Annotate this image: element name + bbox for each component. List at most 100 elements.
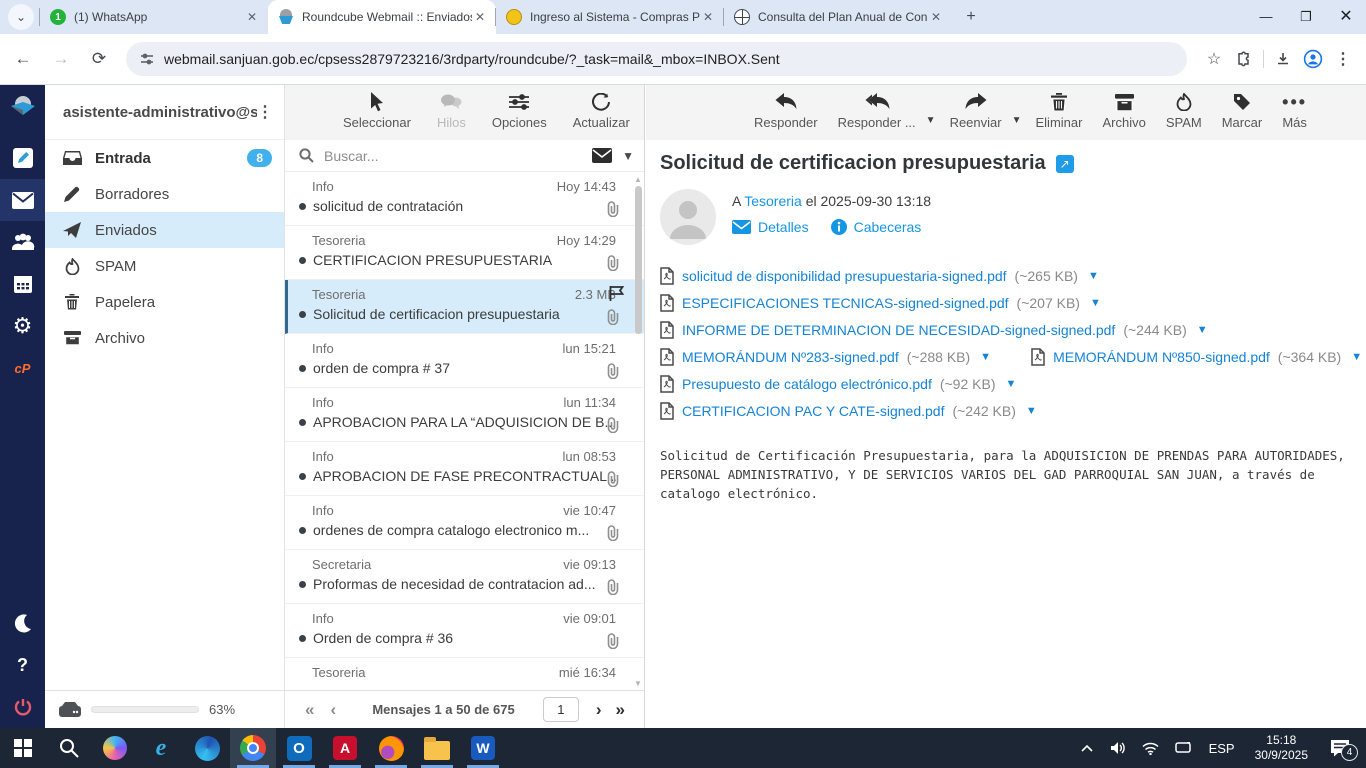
taskbar-ie-button[interactable]: e xyxy=(138,728,184,768)
site-settings-icon[interactable] xyxy=(140,52,154,66)
compose-button[interactable] xyxy=(0,137,45,179)
mail-nav-button[interactable] xyxy=(0,179,45,221)
tab-whatsapp[interactable]: 1 (1) WhatsApp ✕ xyxy=(39,0,268,34)
page-number-input[interactable] xyxy=(542,697,579,722)
reply-button[interactable]: Responder xyxy=(754,91,818,130)
message-row[interactable]: Secretaria vie 09:13 Proformas de necesid… xyxy=(285,550,644,604)
language-indicator[interactable]: ESP xyxy=(1201,741,1243,756)
tab-compras[interactable]: Ingreso al Sistema - Compras P ✕ xyxy=(495,0,724,34)
search-scope-envelope-icon[interactable] xyxy=(592,148,613,163)
taskbar-explorer-button[interactable] xyxy=(414,728,460,768)
message-row[interactable]: Info lun 15:21 orden de compra # 37 xyxy=(285,334,644,388)
sidebar-item-borradores[interactable]: Borradores xyxy=(45,176,284,212)
extensions-icon[interactable] xyxy=(1229,44,1259,74)
sidebar-item-spam[interactable]: SPAM xyxy=(45,248,284,284)
contacts-nav-button[interactable] xyxy=(0,221,45,263)
delete-button[interactable]: Eliminar xyxy=(1036,91,1082,130)
search-options-chevron-icon[interactable]: ▼ xyxy=(622,149,634,163)
headers-link[interactable]: Cabeceras xyxy=(830,219,921,235)
message-row[interactable]: Tesoreria Hoy 14:29 CERTIFICACION PRESUPU… xyxy=(285,226,644,280)
close-icon[interactable]: ✕ xyxy=(700,9,716,25)
wifi-icon[interactable] xyxy=(1137,742,1165,755)
open-in-new-window-icon[interactable]: ↗ xyxy=(1055,154,1074,173)
logout-power-icon[interactable] xyxy=(0,686,45,728)
message-row[interactable]: Info lun 11:34 APROBACION PARA LA “ADQUIS… xyxy=(285,388,644,442)
details-link[interactable]: Detalles xyxy=(732,219,809,235)
minimize-button[interactable]: — xyxy=(1246,0,1286,34)
forward-caret-icon[interactable]: ▼ xyxy=(1012,115,1022,126)
attachment-menu-caret-icon[interactable]: ▼ xyxy=(1005,378,1016,390)
select-button[interactable]: Seleccionar xyxy=(343,91,411,130)
profile-icon[interactable] xyxy=(1298,44,1328,74)
close-icon[interactable]: ✕ xyxy=(244,9,260,25)
taskbar-search-button[interactable] xyxy=(46,728,92,768)
tab-plan-anual[interactable]: Consulta del Plan Anual de Con ✕ xyxy=(723,0,952,34)
forward-button[interactable]: Reenviar xyxy=(950,91,1002,130)
more-button[interactable]: ••• Más xyxy=(1282,91,1307,131)
last-page-button[interactable]: » xyxy=(609,700,632,720)
options-button[interactable]: Opciones xyxy=(492,91,547,130)
attachment-chip[interactable]: solicitud de disponibilidad presupuestar… xyxy=(660,267,1099,285)
taskbar-acrobat-button[interactable]: A xyxy=(322,728,368,768)
message-row[interactable]: Info vie 10:47 ordenes de compra catalogo… xyxy=(285,496,644,550)
attachment-menu-caret-icon[interactable]: ▼ xyxy=(1090,297,1101,309)
message-row-selected[interactable]: Tesoreria 2.3 MB Solicitud de certificaci… xyxy=(285,280,644,334)
recipient-link[interactable]: Tesoreria xyxy=(744,193,802,209)
attachment-chip[interactable]: Presupuesto de catálogo electrónico.pdf … xyxy=(660,375,1016,393)
attachment-menu-caret-icon[interactable]: ▼ xyxy=(1088,270,1099,282)
spam-button[interactable]: SPAM xyxy=(1166,91,1202,130)
downloads-icon[interactable] xyxy=(1268,44,1298,74)
close-icon[interactable]: ✕ xyxy=(928,9,944,25)
notification-center-button[interactable]: 4 xyxy=(1320,739,1360,761)
sidebar-item-entrada[interactable]: Entrada 8 xyxy=(45,140,284,176)
search-input[interactable] xyxy=(324,147,593,164)
archive-button[interactable]: Archivo xyxy=(1102,91,1146,130)
message-row[interactable]: Info Hoy 14:43 solicitud de contratación xyxy=(285,172,644,226)
sidebar-item-papelera[interactable]: Papelera xyxy=(45,284,284,320)
taskbar-firefox-button[interactable] xyxy=(368,728,414,768)
tab-roundcube[interactable]: Roundcube Webmail :: Enviados ✕ xyxy=(268,0,496,34)
sidebar-item-enviados[interactable]: Enviados xyxy=(45,212,284,248)
address-bar[interactable]: webmail.sanjuan.gob.ec/cpsess2879723216/… xyxy=(126,42,1187,76)
attachment-menu-caret-icon[interactable]: ▼ xyxy=(1026,405,1037,417)
message-row[interactable]: Tesoreria mié 16:34 xyxy=(285,658,644,690)
forward-button[interactable]: → xyxy=(46,44,76,74)
tab-search-button[interactable]: ⌄ xyxy=(8,4,34,30)
start-button[interactable] xyxy=(0,728,46,768)
menu-kebab-icon[interactable]: ⋮ xyxy=(1328,44,1358,74)
folder-options-kebab-icon[interactable]: ⋮ xyxy=(257,102,274,122)
close-window-button[interactable]: ✕ xyxy=(1326,0,1366,34)
taskbar-clock[interactable]: 15:18 30/9/2025 xyxy=(1247,733,1316,763)
restore-button[interactable]: ❐ xyxy=(1286,0,1326,34)
help-button[interactable]: ? xyxy=(0,644,45,686)
cpanel-icon[interactable]: cP xyxy=(0,347,45,389)
scrollbar-thumb[interactable] xyxy=(634,186,642,334)
back-button[interactable]: ← xyxy=(8,44,38,74)
reply-all-button[interactable]: Responder ... xyxy=(838,91,916,130)
attachment-chip[interactable]: CERTIFICACION PAC Y CATE-signed.pdf (~24… xyxy=(660,402,1037,420)
reload-button[interactable]: ⟳ xyxy=(84,44,114,74)
display-connect-icon[interactable] xyxy=(1169,741,1197,755)
first-page-button[interactable]: « xyxy=(297,700,322,720)
reply-all-caret-icon[interactable]: ▼ xyxy=(926,115,936,126)
calendar-nav-button[interactable] xyxy=(0,263,45,305)
message-row[interactable]: Info lun 08:53 APROBACION DE FASE PRECONT… xyxy=(285,442,644,496)
list-scrollbar[interactable]: ▲ ▼ xyxy=(633,175,643,688)
taskbar-edge-button[interactable] xyxy=(184,728,230,768)
refresh-button[interactable]: Actualizar xyxy=(573,91,630,130)
new-tab-button[interactable]: + xyxy=(958,4,984,30)
dark-mode-moon-icon[interactable] xyxy=(0,602,45,644)
sidebar-item-archivo[interactable]: Archivo xyxy=(45,320,284,356)
scroll-down-arrow-icon[interactable]: ▼ xyxy=(633,679,643,688)
taskbar-outlook-button[interactable]: O xyxy=(276,728,322,768)
prev-page-button[interactable]: ‹ xyxy=(322,700,344,720)
volume-icon[interactable] xyxy=(1105,741,1133,755)
settings-gear-icon[interactable]: ⚙ xyxy=(0,305,45,347)
taskbar-copilot-button[interactable] xyxy=(92,728,138,768)
bookmark-star-icon[interactable]: ☆ xyxy=(1199,44,1229,74)
scroll-up-arrow-icon[interactable]: ▲ xyxy=(633,175,643,184)
tray-chevron-up-icon[interactable] xyxy=(1073,744,1101,752)
attachment-menu-caret-icon[interactable]: ▼ xyxy=(1351,351,1362,363)
mark-button[interactable]: Marcar xyxy=(1222,91,1262,130)
taskbar-chrome-button[interactable] xyxy=(230,728,276,768)
